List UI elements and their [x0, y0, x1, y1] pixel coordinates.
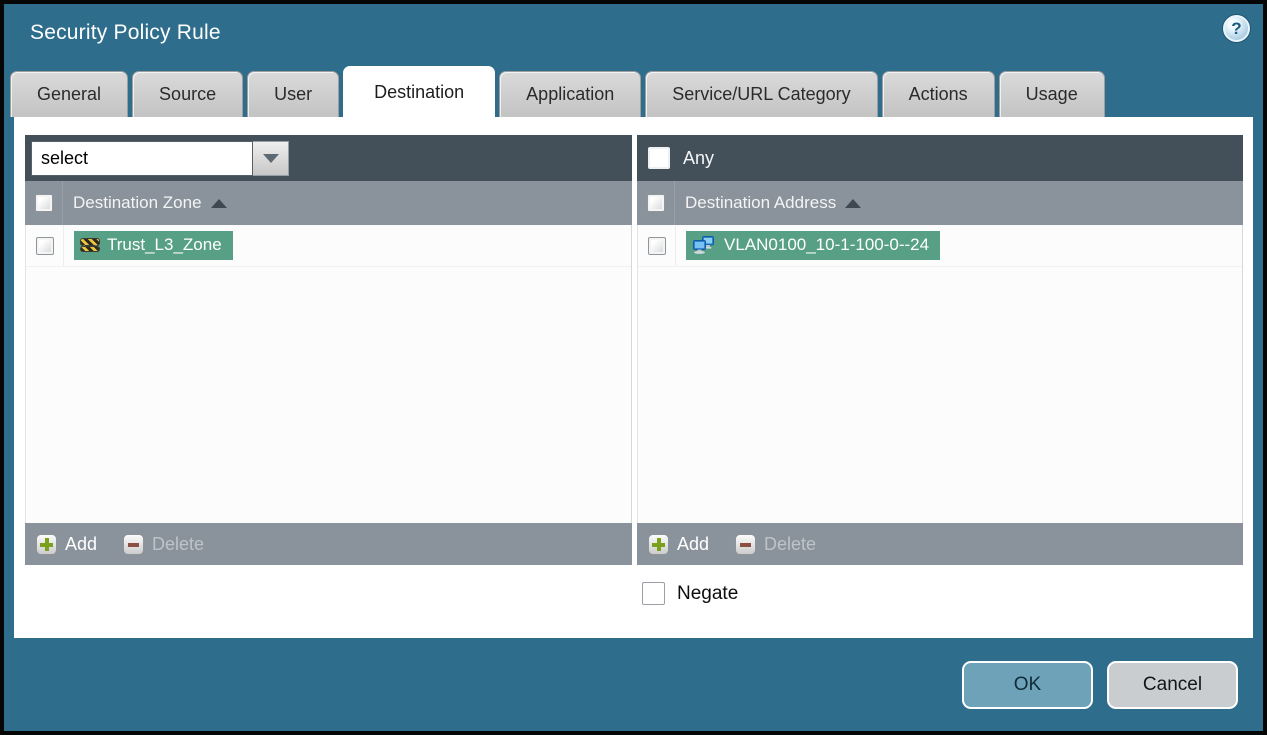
destination-tab-content: Destination Zone	[14, 117, 1253, 638]
tab-actions[interactable]: Actions	[881, 71, 995, 117]
destination-zone-panel: Destination Zone	[25, 135, 632, 565]
zone-row-checkbox-cell	[26, 225, 64, 266]
address-select-all-checkbox[interactable]	[646, 194, 665, 212]
minus-icon	[123, 533, 145, 555]
destination-address-panel: Any Destination Address VLAN0100_10-1-10…	[637, 135, 1243, 565]
sort-ascending-icon[interactable]	[845, 198, 862, 208]
ok-button[interactable]: OK	[962, 660, 1093, 709]
address-add-button[interactable]: Add	[648, 533, 710, 555]
network-computers-icon	[693, 236, 714, 254]
help-icon[interactable]: ?	[1223, 15, 1250, 42]
sort-ascending-icon[interactable]	[210, 198, 227, 208]
address-any-bar: Any	[637, 135, 1243, 181]
zone-actions-bar: Add Delete	[25, 523, 632, 565]
address-delete-label: Delete	[764, 533, 817, 554]
zone-delete-button[interactable]: Delete	[123, 533, 205, 555]
zone-select-dropdown-button[interactable]	[253, 140, 289, 176]
address-delete-button[interactable]: Delete	[735, 533, 817, 555]
zone-row: Trust_L3_Zone	[26, 225, 631, 267]
address-header-checkbox-cell	[637, 181, 675, 225]
negate-checkbox[interactable]	[642, 582, 665, 605]
zone-name: Trust_L3_Zone	[107, 235, 222, 254]
any-checkbox[interactable]	[648, 147, 670, 169]
tab-service-url-category[interactable]: Service/URL Category	[645, 71, 878, 117]
zone-chip[interactable]: Trust_L3_Zone	[74, 231, 233, 260]
zone-select-all-checkbox[interactable]	[34, 194, 53, 212]
tab-source[interactable]: Source	[132, 71, 244, 117]
cancel-button[interactable]: Cancel	[1107, 660, 1238, 709]
address-row: VLAN0100_10-1-100-0--24	[638, 225, 1242, 267]
negate-row: Negate	[637, 582, 1243, 605]
security-policy-rule-dialog: Security Policy Rule ? General Source Us…	[4, 4, 1263, 731]
tab-application[interactable]: Application	[499, 71, 642, 117]
zone-add-button[interactable]: Add	[36, 533, 98, 555]
plus-icon	[36, 533, 57, 555]
screenshot-frame: Security Policy Rule ? General Source Us…	[0, 0, 1267, 735]
address-column-header-row: Destination Address	[637, 181, 1243, 225]
tab-usage[interactable]: Usage	[998, 71, 1105, 117]
dialog-footer: OK Cancel	[4, 638, 1263, 731]
address-column-header[interactable]: Destination Address	[685, 193, 836, 213]
zone-header-checkbox-cell	[25, 181, 63, 225]
zone-column-header-row: Destination Zone	[25, 181, 632, 225]
address-add-label: Add	[677, 533, 710, 554]
address-actions-bar: Add Delete	[637, 523, 1243, 565]
zone-select-input[interactable]	[31, 140, 253, 176]
tab-user[interactable]: User	[247, 71, 340, 117]
zone-column-header[interactable]: Destination Zone	[73, 193, 202, 213]
zone-barrier-icon	[81, 238, 99, 252]
zone-add-label: Add	[65, 533, 98, 554]
minus-icon	[735, 533, 757, 555]
zone-delete-label: Delete	[152, 533, 205, 554]
tab-strip: General Source User Destination Applicat…	[10, 66, 1105, 117]
address-name: VLAN0100_10-1-100-0--24	[724, 235, 930, 254]
address-chip[interactable]: VLAN0100_10-1-100-0--24	[686, 231, 941, 260]
address-row-checkbox-cell	[638, 225, 676, 266]
plus-icon	[648, 533, 669, 555]
title-bar: Security Policy Rule ?	[4, 4, 1263, 66]
zone-filter-bar	[25, 135, 632, 181]
zone-row-checkbox[interactable]	[35, 236, 54, 255]
address-list: VLAN0100_10-1-100-0--24	[637, 225, 1243, 523]
zone-list: Trust_L3_Zone	[25, 225, 632, 523]
any-label: Any	[683, 147, 715, 168]
tab-destination[interactable]: Destination	[343, 66, 496, 117]
tab-general[interactable]: General	[10, 71, 129, 117]
chevron-down-icon	[262, 153, 279, 163]
address-row-checkbox[interactable]	[647, 236, 666, 255]
dialog-title: Security Policy Rule	[30, 21, 221, 44]
negate-label: Negate	[677, 582, 739, 604]
